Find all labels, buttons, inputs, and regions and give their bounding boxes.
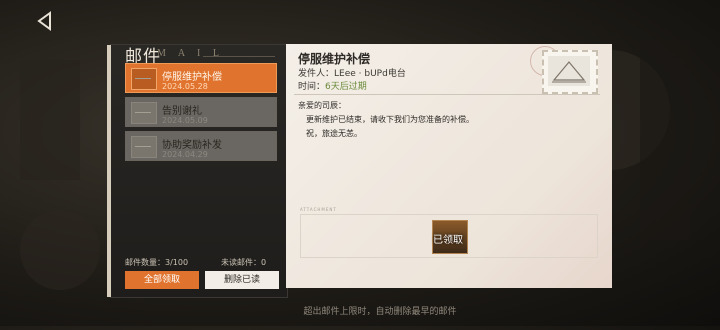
letter-body-line1: 更新维护已结束，请收下我们为您准备的补偿。 <box>306 115 474 124</box>
footer-note: 超出邮件上限时，自动删除最早的邮件 <box>303 307 457 317</box>
stamp-icon <box>542 50 598 94</box>
mail-list-panel: 邮件 M A I L 停服维护补偿 2024.05.28 告别谢礼 2024.0… <box>107 44 288 298</box>
unread-count: 未读邮件：0 <box>221 258 267 267</box>
back-arrow-icon <box>37 11 51 31</box>
claim-all-button[interactable]: 全部领取 <box>125 271 199 289</box>
sender-value: LEee · bUPd电台 <box>334 69 406 79</box>
header-divider <box>294 94 600 95</box>
mail-item-date: 2024.05.09 <box>162 116 208 125</box>
time-line: 时间：6天后过期 <box>298 79 367 92</box>
back-button[interactable] <box>34 10 56 32</box>
letter-title: 停服维护补偿 <box>298 52 371 66</box>
mail-item-title: 告别谢礼 <box>162 106 202 117</box>
mail-item-reward[interactable]: 协助奖励补发 2024.04.29 <box>125 131 277 161</box>
sender-line: 发件人：LEee · bUPd电台 <box>298 66 406 79</box>
mail-item-maintenance[interactable]: 停服维护补偿 2024.05.28 <box>125 63 277 93</box>
envelope-icon <box>131 102 157 124</box>
envelope-icon <box>131 68 157 90</box>
title-divider <box>203 56 275 57</box>
mail-item-farewell[interactable]: 告别谢礼 2024.05.09 <box>125 97 277 127</box>
expire-time: 6天后过期 <box>325 82 367 92</box>
mail-item-date: 2024.05.28 <box>162 82 208 91</box>
stamp-image <box>548 56 590 86</box>
attachment-label: ATTACHMENT <box>300 207 337 212</box>
mail-letter: 停服维护补偿 发件人：LEee · bUPd电台 时间：6天后过期 亲爱的司辰：… <box>286 44 612 288</box>
attachment-status: 已领取 <box>433 235 463 246</box>
delete-read-button[interactable]: 删除已读 <box>205 271 279 289</box>
sender-label: 发件人： <box>298 69 335 79</box>
mail-count: 邮件数量：3/100 <box>125 258 189 267</box>
panel-subtitle: M A I L <box>157 48 224 59</box>
mail-item-title: 停服维护补偿 <box>162 72 222 83</box>
letter-body-line2: 祝，旅途无恙。 <box>306 129 362 138</box>
panel-accent-bar <box>107 45 111 297</box>
mail-item-date: 2024.04.29 <box>162 150 208 159</box>
time-label: 时间： <box>298 82 326 92</box>
letter-greeting: 亲爱的司辰： <box>298 101 346 110</box>
envelope-icon <box>131 136 157 158</box>
mail-item-title: 协助奖励补发 <box>162 140 222 151</box>
